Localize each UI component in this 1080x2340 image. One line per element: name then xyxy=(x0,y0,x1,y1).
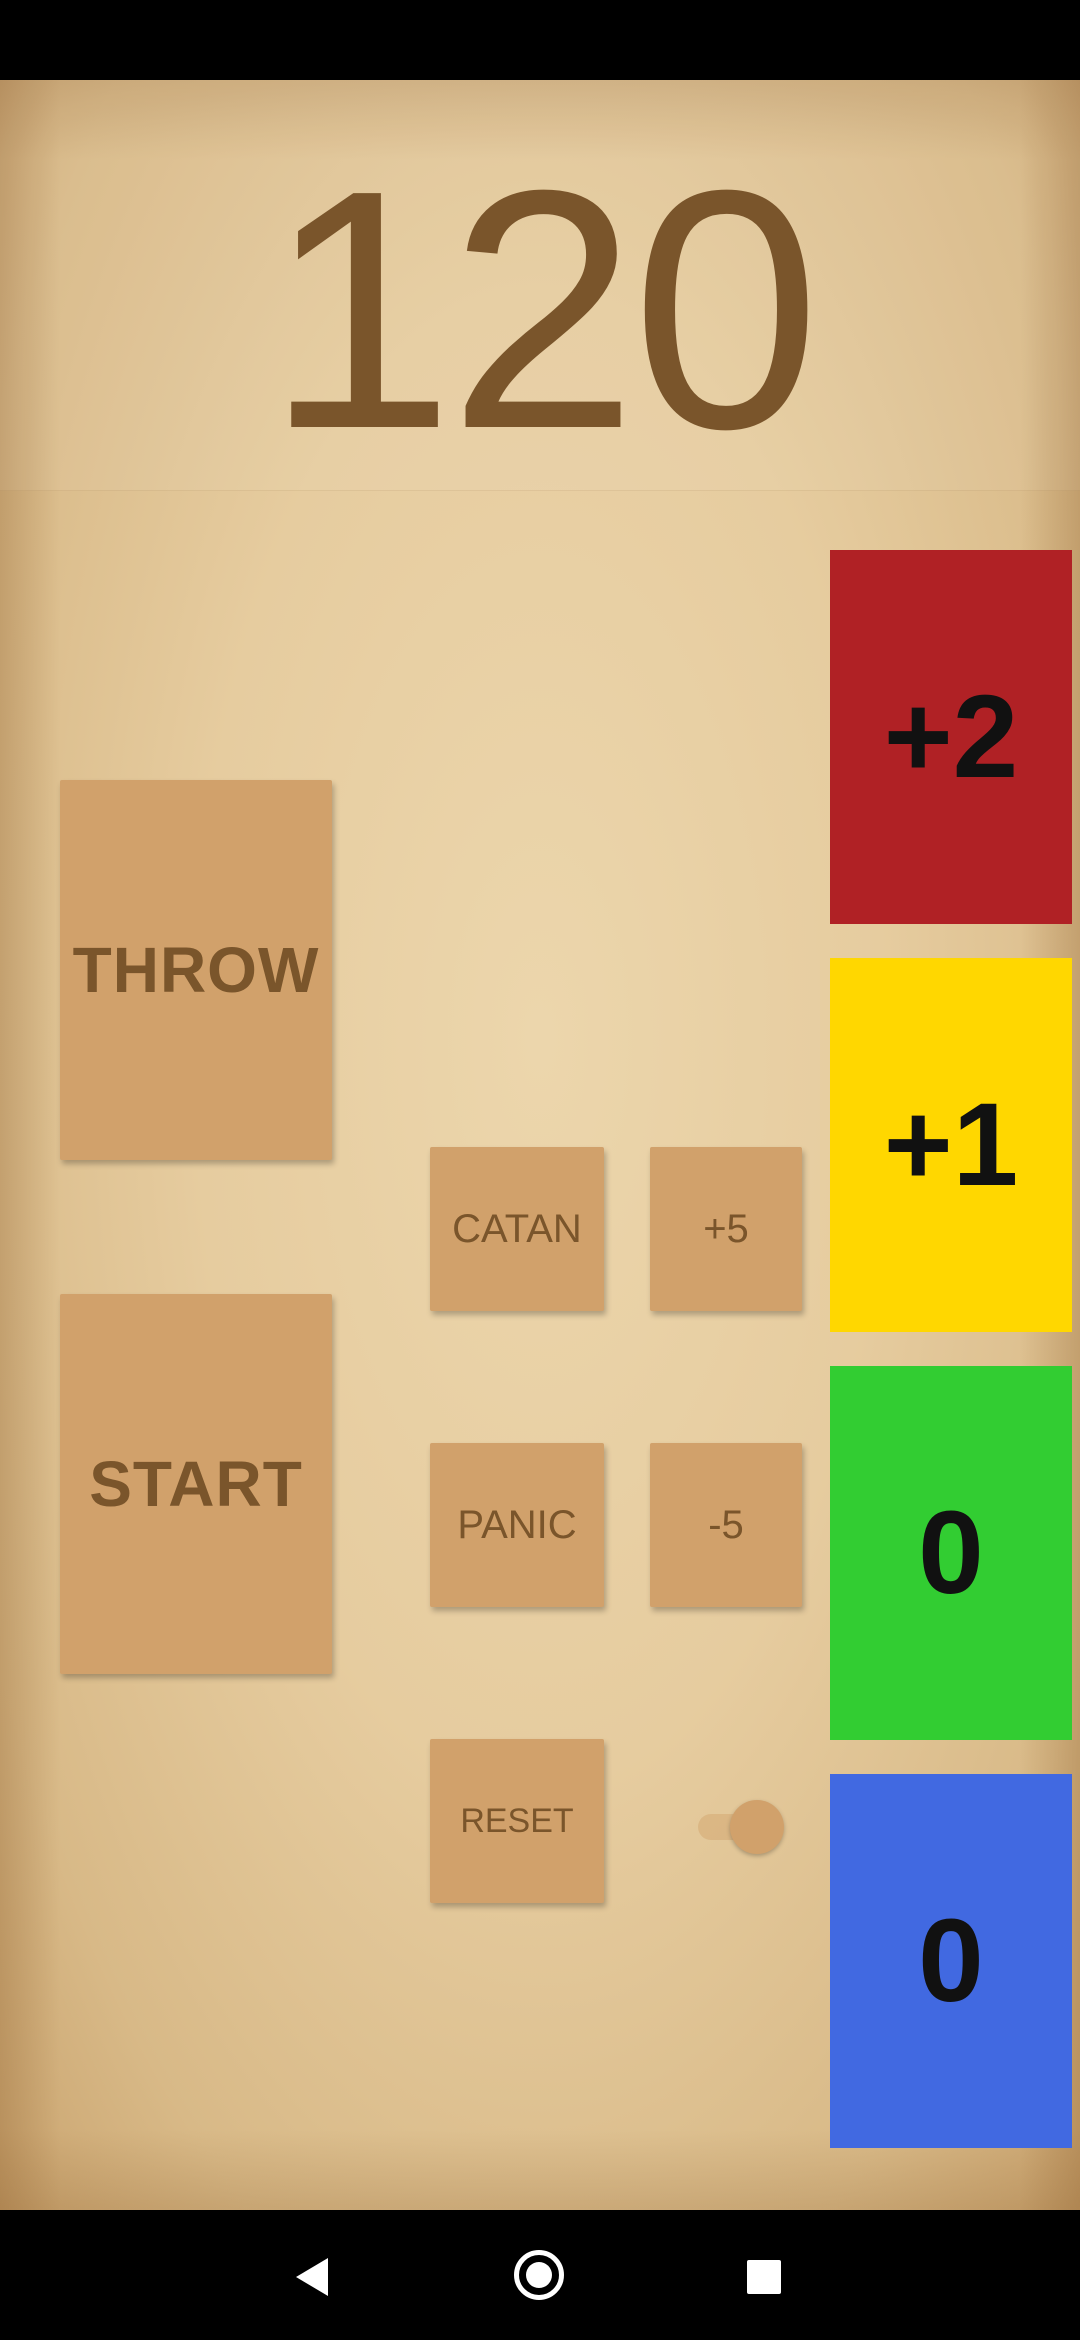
timer-display: 120 xyxy=(265,120,820,500)
toggle-thumb xyxy=(730,1800,784,1854)
score-yellow-value: +1 xyxy=(883,1079,1019,1211)
score-blue-value: 0 xyxy=(918,1895,984,2027)
reset-button[interactable]: RESET xyxy=(430,1739,604,1903)
start-button[interactable]: START xyxy=(60,1294,332,1674)
score-tile-red[interactable]: +2 xyxy=(830,550,1072,924)
navigation-bar xyxy=(0,2210,1080,2340)
status-bar xyxy=(0,0,1080,80)
score-green-value: 0 xyxy=(918,1487,984,1619)
home-icon[interactable] xyxy=(514,2250,564,2300)
app-screen: 120 THROW START CATAN +5 PANIC -5 RESET … xyxy=(0,80,1080,2210)
throw-button[interactable]: THROW xyxy=(60,780,332,1160)
recents-icon[interactable] xyxy=(747,2260,781,2294)
catan-button[interactable]: CATAN xyxy=(430,1147,604,1311)
timer-area: 120 xyxy=(0,80,1080,491)
score-red-value: +2 xyxy=(883,671,1019,803)
plus-five-button[interactable]: +5 xyxy=(650,1147,802,1311)
score-tile-green[interactable]: 0 xyxy=(830,1366,1072,1740)
score-tile-blue[interactable]: 0 xyxy=(830,1774,1072,2148)
back-icon[interactable] xyxy=(296,2258,328,2296)
toggle-switch[interactable] xyxy=(698,1800,786,1854)
minus-five-button[interactable]: -5 xyxy=(650,1443,802,1607)
score-tile-yellow[interactable]: +1 xyxy=(830,958,1072,1332)
panic-button[interactable]: PANIC xyxy=(430,1443,604,1607)
